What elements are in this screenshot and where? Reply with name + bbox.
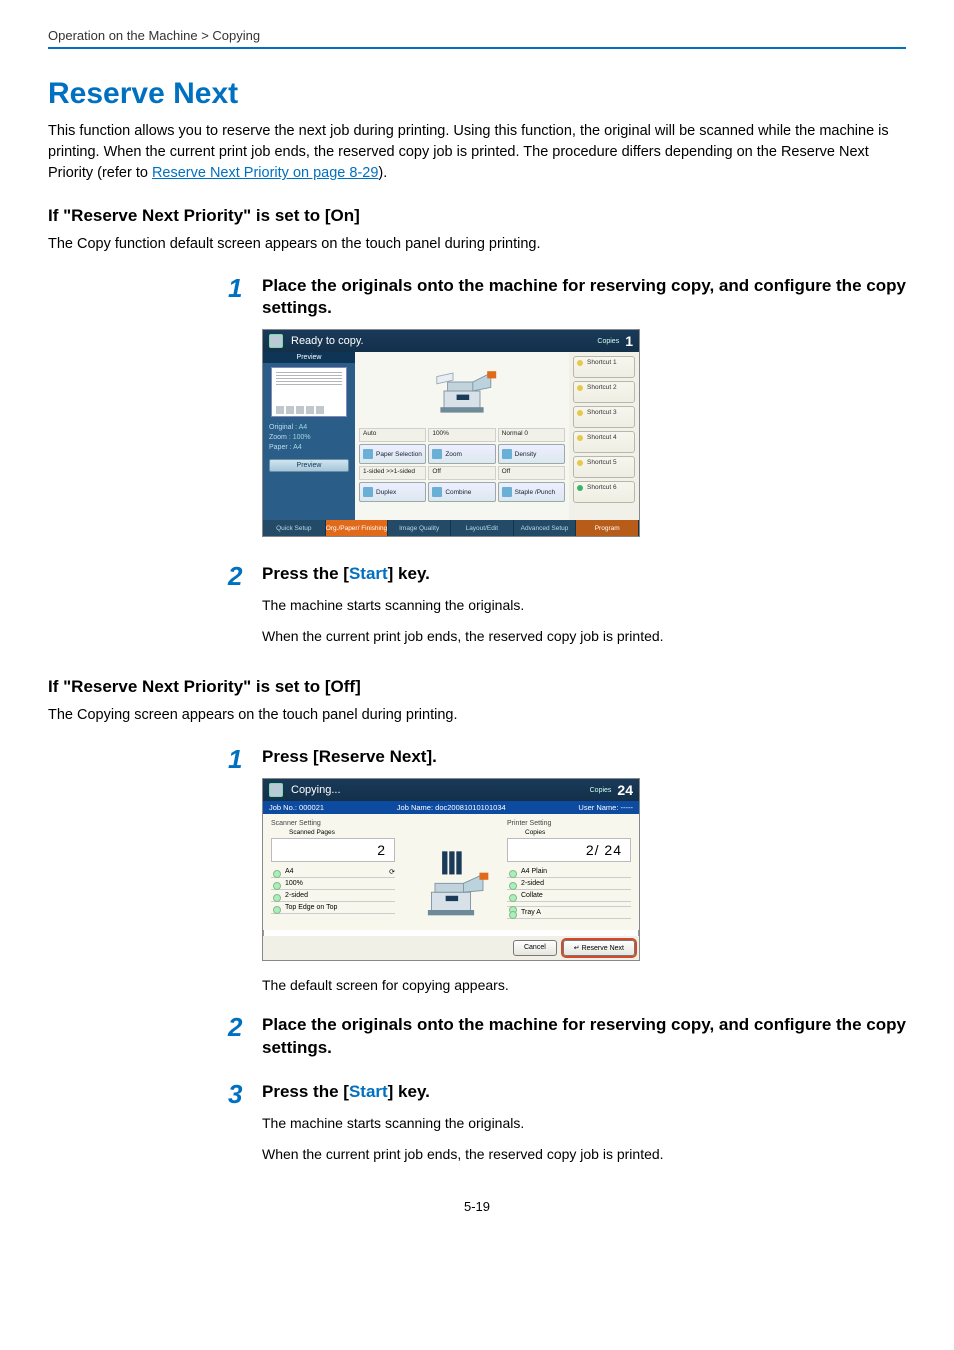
- preview-sidebar: Preview Original : A4 Zoom : 100% Paper …: [263, 352, 355, 520]
- step-number: 1: [228, 275, 262, 301]
- list-item: Top Edge on Top: [271, 902, 395, 914]
- printer-copies-label: Copies: [525, 829, 631, 836]
- step-number: 3: [228, 1081, 262, 1107]
- device-illustration: [401, 820, 501, 926]
- combine-button[interactable]: Combine: [428, 482, 495, 502]
- intro-text-post: ).: [378, 165, 387, 181]
- zoom-icon: [432, 449, 442, 459]
- section-off-body: The Copying screen appears on the touch …: [48, 705, 906, 726]
- panel-tabs: Quick Setup Org./Paper/ Finishing Image …: [263, 520, 639, 536]
- density-button[interactable]: Density: [498, 444, 565, 464]
- section-on-heading: If "Reserve Next Priority" is set to [On…: [48, 206, 906, 226]
- document-icon: [269, 334, 283, 348]
- panel-title: Ready to copy.: [291, 335, 364, 347]
- tab-quick-setup[interactable]: Quick Setup: [263, 520, 326, 536]
- tab-image-quality[interactable]: Image Quality: [388, 520, 451, 536]
- combine-icon: [432, 487, 442, 497]
- shortcut-button[interactable]: Shortcut 4: [573, 431, 635, 453]
- reserve-next-button[interactable]: ↵ Reserve Next: [563, 940, 635, 956]
- opt-value: 1-sided >>1-sided: [359, 466, 426, 480]
- copies-value: 1: [625, 333, 633, 349]
- panel-titlebar: Ready to copy. Copies 1: [263, 330, 639, 352]
- opt-value: Off: [498, 466, 565, 480]
- density-icon: [502, 449, 512, 459]
- copies-value: 24: [617, 782, 633, 798]
- touch-panel-copying: Copying... Copies 24 Job No.: 000021 Job…: [262, 778, 640, 961]
- step-number: 1: [228, 746, 262, 772]
- panel-title: Copying...: [291, 784, 341, 796]
- panel-titlebar: Copying... Copies 24: [263, 779, 639, 801]
- document-icon: [269, 783, 283, 797]
- step-number: 2: [228, 1014, 262, 1040]
- shortcut-button[interactable]: Shortcut 3: [573, 406, 635, 428]
- step-title: Place the originals onto the machine for…: [262, 1014, 906, 1058]
- scanned-pages-label: Scanned Pages: [289, 829, 395, 836]
- list-item: Collate: [507, 890, 631, 902]
- step-title: Press the [Start] key.: [262, 563, 906, 585]
- tab-program[interactable]: Program: [576, 520, 639, 536]
- list-item: 2-sided: [271, 890, 395, 902]
- device-illustration: [359, 356, 565, 426]
- opt-value: Off: [428, 466, 495, 480]
- shortcut-button[interactable]: Shortcut 1: [573, 356, 635, 378]
- shortcut-column: Shortcut 1 Shortcut 2 Shortcut 3 Shortcu…: [569, 352, 639, 520]
- copies-label: Copies: [597, 338, 619, 345]
- list-item: A4 Plain: [507, 866, 631, 878]
- opt-value: Auto: [359, 428, 426, 442]
- paper-selection-button[interactable]: Paper Selection: [359, 444, 426, 464]
- step-number: 2: [228, 563, 262, 589]
- step-title: Press the [Start] key.: [262, 1081, 906, 1103]
- printer-setting-heading: Printer Setting: [507, 820, 631, 827]
- preview-meta: Original : A4 Zoom : 100% Paper : A4: [263, 421, 355, 454]
- printer-copies-value: 2/ 24: [507, 838, 631, 862]
- preview-heading: Preview: [263, 352, 355, 363]
- opt-value: Normal 0: [498, 428, 565, 442]
- step-desc: The default screen for copying appears.: [262, 975, 906, 996]
- shortcut-button[interactable]: Shortcut 6: [573, 481, 635, 503]
- list-item: 100%: [271, 878, 395, 890]
- breadcrumb: Operation on the Machine > Copying: [48, 28, 906, 49]
- tab-org-paper-finishing[interactable]: Org./Paper/ Finishing: [326, 520, 389, 536]
- step-desc: The machine starts scanning the original…: [262, 1113, 906, 1134]
- staple-icon: [502, 487, 512, 497]
- duplex-icon: [363, 487, 373, 497]
- intro-paragraph: This function allows you to reserve the …: [48, 121, 906, 184]
- job-info-bar: Job No.: 000021 Job Name: doc20081010101…: [263, 801, 639, 814]
- cancel-button[interactable]: Cancel: [513, 940, 557, 956]
- step-desc: When the current print job ends, the res…: [262, 626, 906, 647]
- section-on-body: The Copy function default screen appears…: [48, 234, 906, 255]
- printer-settings-list: A4 Plain 2-sided Collate Tray A: [507, 866, 631, 919]
- scanner-setting-heading: Scanner Setting: [271, 820, 395, 827]
- opt-value: 100%: [428, 428, 495, 442]
- zoom-button[interactable]: Zoom: [428, 444, 495, 464]
- touch-panel-ready: Ready to copy. Copies 1 Preview: [262, 329, 640, 537]
- section-off-heading: If "Reserve Next Priority" is set to [Of…: [48, 677, 906, 697]
- duplex-button[interactable]: Duplex: [359, 482, 426, 502]
- scanned-pages-value: 2: [271, 838, 395, 862]
- paper-icon: [363, 449, 373, 459]
- list-item: Tray A: [507, 907, 631, 919]
- step-title: Place the originals onto the machine for…: [262, 275, 906, 319]
- reserve-next-priority-link[interactable]: Reserve Next Priority on page 8-29: [152, 165, 378, 181]
- staple-punch-button[interactable]: Staple /Punch: [498, 482, 565, 502]
- preview-thumbnail: [271, 367, 347, 417]
- shortcut-button[interactable]: Shortcut 5: [573, 456, 635, 478]
- list-item: A4 ⟳: [271, 866, 395, 878]
- list-item: 2-sided: [507, 878, 631, 890]
- step-desc: The machine starts scanning the original…: [262, 595, 906, 616]
- start-key: Start: [349, 564, 388, 583]
- page-number: 5-19: [48, 1199, 906, 1214]
- step-title: Press [Reserve Next].: [262, 746, 906, 768]
- tab-layout-edit[interactable]: Layout/Edit: [451, 520, 514, 536]
- copies-label: Copies: [590, 787, 612, 794]
- step-desc: When the current print job ends, the res…: [262, 1144, 906, 1165]
- start-key: Start: [349, 1082, 388, 1101]
- shortcut-button[interactable]: Shortcut 2: [573, 381, 635, 403]
- scanner-settings-list: A4 ⟳ 100% 2-sided Top Edge on Top: [271, 866, 395, 914]
- page-title: Reserve Next: [48, 77, 906, 111]
- preview-button[interactable]: Preview: [269, 459, 349, 472]
- tab-advanced-setup[interactable]: Advanced Setup: [514, 520, 577, 536]
